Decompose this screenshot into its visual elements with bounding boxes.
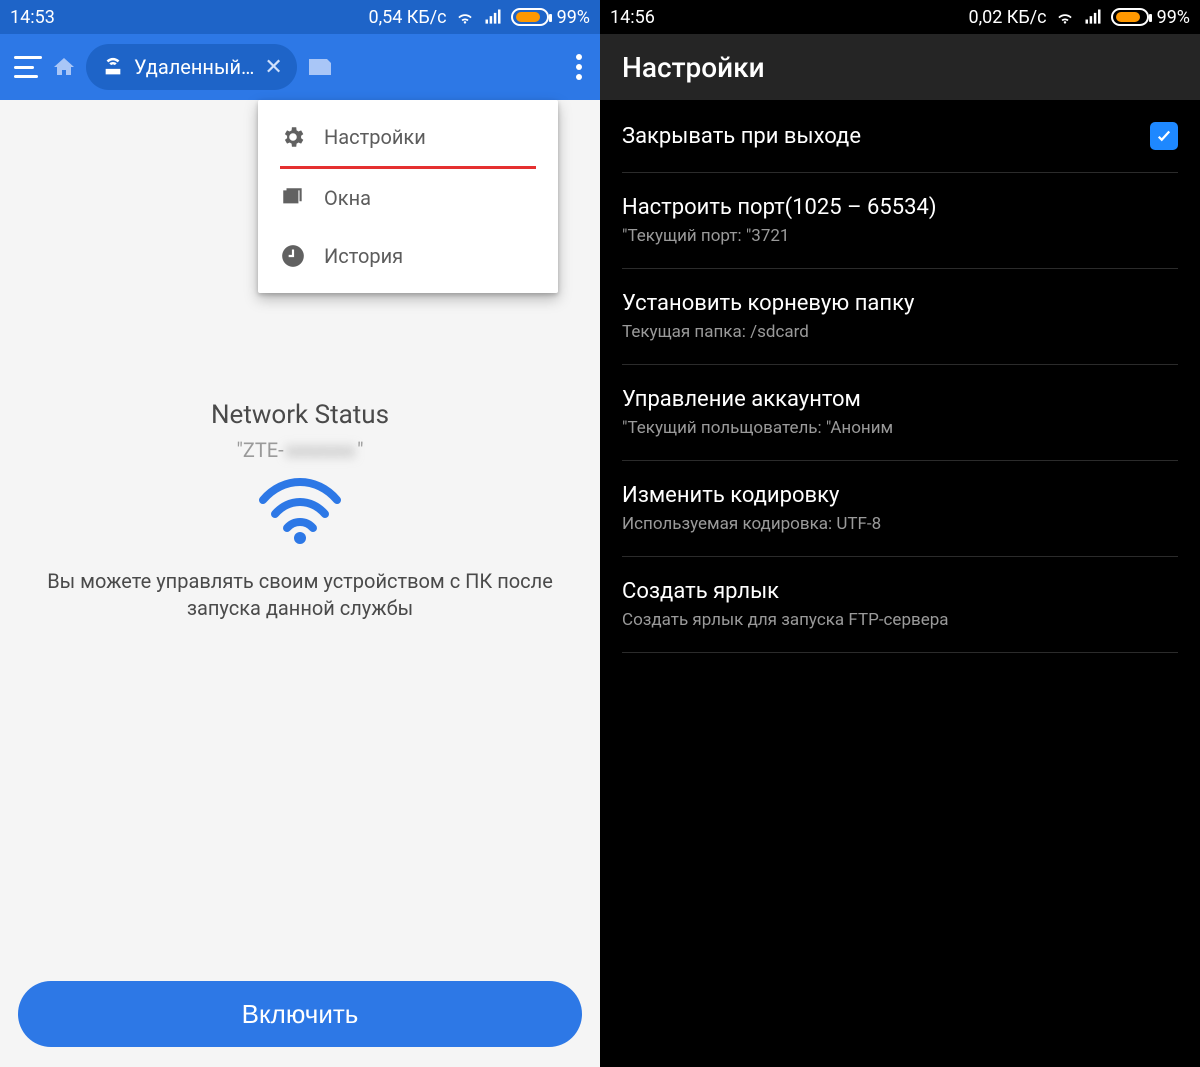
wifi-status-icon	[1055, 7, 1075, 27]
status-time: 14:53	[10, 7, 55, 28]
setting-title: Управление аккаунтом	[622, 387, 893, 412]
setting-subtitle: Используемая кодировка: UTF-8	[622, 514, 881, 534]
tab-label: Удаленный…	[134, 55, 254, 79]
setting-encoding[interactable]: Изменить кодировку Используемая кодировк…	[622, 461, 1178, 557]
overflow-dropdown: Настройки Окна История	[258, 100, 558, 293]
menu-item-label: Окна	[324, 186, 371, 210]
network-status-title: Network Status	[40, 400, 560, 430]
setting-account[interactable]: Управление аккаунтом "Текущий польщовате…	[622, 365, 1178, 461]
setting-port[interactable]: Настроить порт(1025 – 65534) "Текущий по…	[622, 173, 1178, 269]
signal-status-icon	[483, 7, 503, 27]
overflow-menu-button[interactable]	[576, 54, 582, 80]
windows-icon	[280, 185, 306, 211]
setting-subtitle: Текущая папка: /sdcard	[622, 322, 914, 342]
signal-status-icon	[1083, 7, 1103, 27]
menu-item-label: Настройки	[324, 125, 426, 149]
setting-title: Создать ярлык	[622, 579, 949, 604]
appbar-left: Удаленный… ✕	[0, 34, 600, 100]
hamburger-menu-button[interactable]	[14, 56, 42, 78]
menu-item-history[interactable]: История	[258, 227, 558, 285]
setting-close-on-exit[interactable]: Закрывать при выходе	[622, 100, 1178, 173]
remote-tab-icon	[102, 56, 124, 78]
status-speed: 0,54 КБ/с	[368, 7, 446, 28]
close-tab-icon[interactable]: ✕	[264, 55, 282, 80]
status-battery-pct: 99%	[557, 7, 590, 28]
history-icon	[280, 243, 306, 269]
setting-root-folder[interactable]: Установить корневую папку Текущая папка:…	[622, 269, 1178, 365]
menu-item-windows[interactable]: Окна	[258, 169, 558, 227]
menu-item-settings[interactable]: Настройки	[258, 108, 558, 166]
settings-list: Закрывать при выходе Настроить порт(1025…	[600, 100, 1200, 653]
status-bar-right: 14:56 0,02 КБ/с 99%	[600, 0, 1200, 34]
network-ssid: "ZTE-xxxxxxx"	[40, 438, 560, 462]
menu-item-label: История	[324, 244, 403, 268]
ssid-suffix: "	[357, 438, 363, 462]
network-status-panel: Network Status "ZTE-xxxxxxx" Вы можете у…	[0, 400, 600, 622]
status-bar-left: 14:53 0,54 КБ/с 99%	[0, 0, 600, 34]
setting-title: Закрывать при выходе	[622, 124, 861, 149]
setting-subtitle: Создать ярлык для запуска FTP-сервера	[622, 610, 949, 630]
ssid-prefix: "ZTE-	[236, 438, 283, 462]
network-description: Вы можете управлять своим устройством с …	[40, 568, 560, 622]
start-button[interactable]: Включить	[18, 981, 582, 1047]
sdcard-tab-icon[interactable]	[307, 55, 339, 79]
battery-icon	[1111, 8, 1149, 26]
checkbox-checked[interactable]	[1150, 122, 1178, 150]
ssid-hidden: xxxxxxx	[284, 438, 357, 462]
home-icon[interactable]	[52, 55, 76, 79]
start-button-label: Включить	[242, 999, 359, 1029]
setting-subtitle: "Текущий польщователь: "Аноним	[622, 418, 893, 438]
active-tab[interactable]: Удаленный… ✕	[86, 44, 297, 90]
check-icon	[1155, 127, 1173, 145]
wifi-icon	[255, 476, 345, 546]
battery-icon	[511, 8, 549, 26]
settings-title-bar: Настройки	[600, 34, 1200, 100]
setting-title: Настроить порт(1025 – 65534)	[622, 195, 936, 220]
settings-title: Настройки	[622, 51, 765, 84]
setting-title: Установить корневую папку	[622, 291, 914, 316]
setting-subtitle: "Текущий порт: "3721	[622, 226, 936, 246]
wifi-status-icon	[455, 7, 475, 27]
status-speed: 0,02 КБ/с	[968, 7, 1046, 28]
status-battery-pct: 99%	[1157, 7, 1190, 28]
gear-icon	[280, 124, 306, 150]
setting-shortcut[interactable]: Создать ярлык Создать ярлык для запуска …	[622, 557, 1178, 653]
setting-title: Изменить кодировку	[622, 483, 881, 508]
status-time: 14:56	[610, 7, 655, 28]
